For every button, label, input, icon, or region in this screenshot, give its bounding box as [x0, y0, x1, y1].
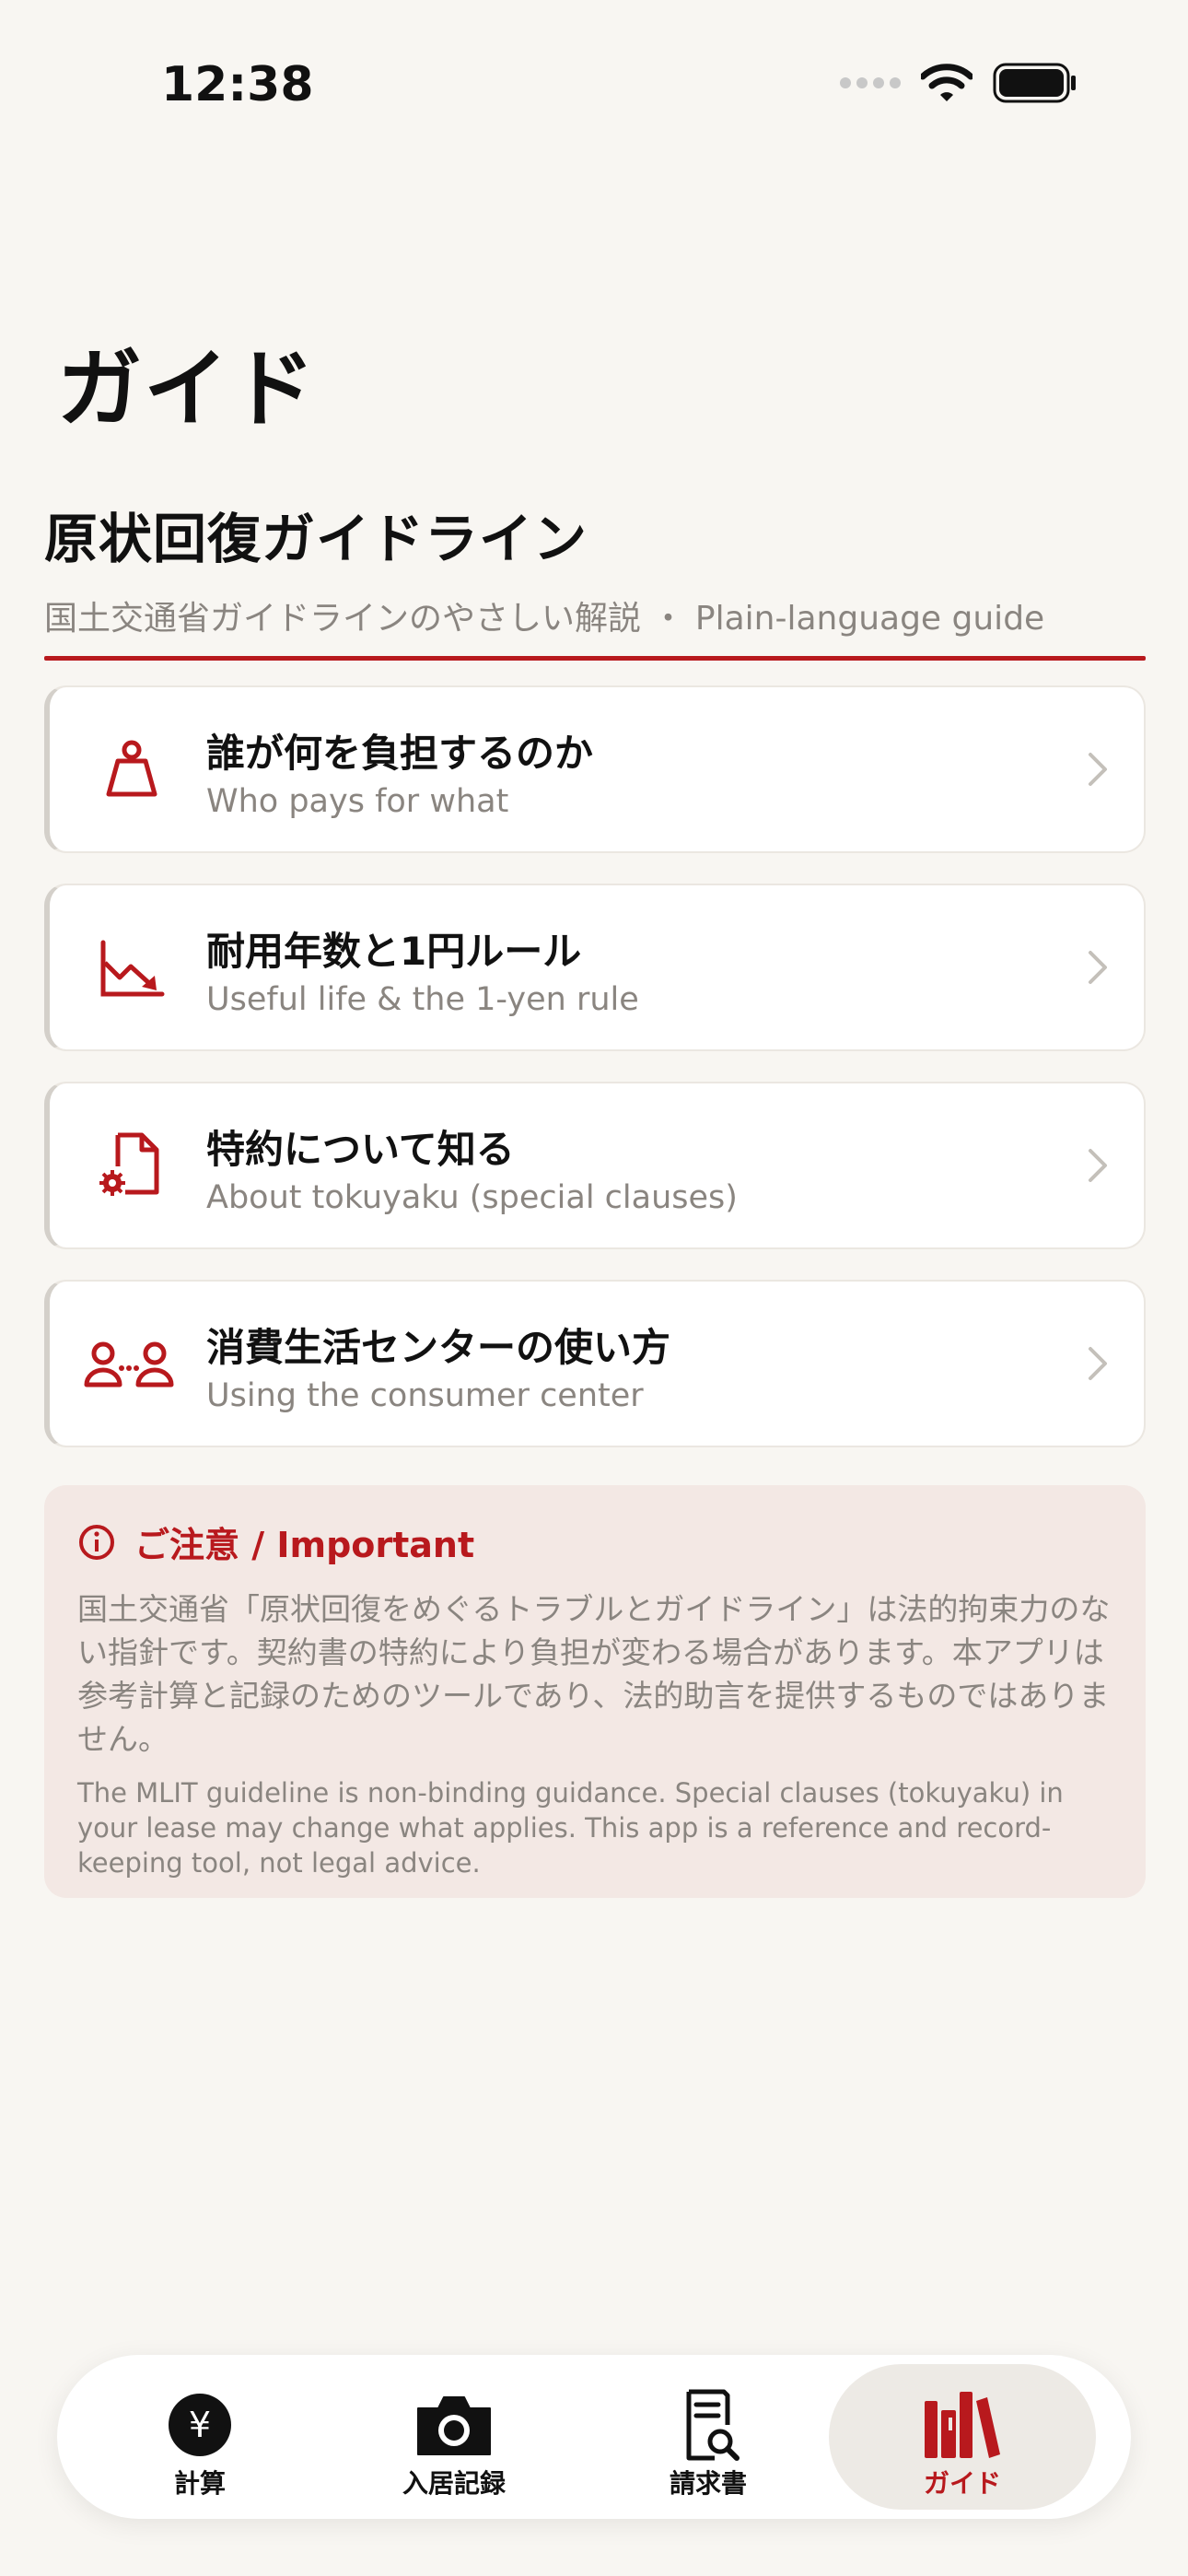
guide-screen: 12:38 ガイド 原状回復ガイドライン 国土交通省ガイドラインのやさしい解説 …: [0, 0, 1188, 2576]
tab-bar: ¥ 計算 入居記録 請求書 ガイド: [57, 2355, 1131, 2519]
section-divider: [44, 656, 1146, 661]
tab-calculate[interactable]: ¥ 計算: [66, 2364, 333, 2510]
notice-body-ja: 国土交通省「原状回復をめぐるトラブルとガイドライン」は法的拘束力のない指針です。…: [77, 1591, 1111, 1757]
status-time: 12:38: [161, 57, 314, 112]
guide-list: 誰が何を負担するのか Who pays for what 耐用年数と1円ルール …: [44, 685, 1146, 1478]
section-title: 原状回復ガイドライン: [44, 508, 588, 570]
important-notice: ご注意 / Important 国土交通省「原状回復をめぐるトラブルとガイドライ…: [44, 1485, 1146, 1898]
svg-text:¥: ¥: [189, 2405, 211, 2445]
notice-header: ご注意 / Important: [77, 1516, 1112, 1567]
chevron-right-icon: [1089, 753, 1107, 786]
yen-coin-icon: ¥: [169, 2394, 231, 2456]
chevron-right-icon: [1089, 1347, 1107, 1380]
guide-card-title: 誰が何を負担するのか: [206, 731, 594, 776]
guide-card-tokuyaku[interactable]: 特約について知る About tokuyaku (special clauses…: [44, 1082, 1146, 1249]
guide-card-subtitle: Who pays for what: [206, 783, 509, 820]
books-icon: [925, 2392, 1000, 2458]
guide-card-subtitle: Using the consumer center: [206, 1377, 644, 1414]
tab-label: 入居記録: [402, 2468, 506, 2499]
battery-icon: [993, 63, 1076, 103]
chevron-right-icon: [1089, 951, 1107, 984]
guide-card-title: 消費生活センターの使い方: [206, 1325, 671, 1370]
camera-icon: [417, 2396, 491, 2455]
depreciation-chart-icon: [100, 940, 165, 997]
guide-card-subtitle: About tokuyaku (special clauses): [206, 1179, 738, 1216]
notice-body-en: The MLIT guideline is non-binding guidan…: [77, 1777, 1064, 1879]
status-indicators: [840, 63, 1077, 103]
document-search-icon: [686, 2389, 740, 2461]
tab-label: ガイド: [923, 2468, 1001, 2499]
guide-card-consumer-center[interactable]: 消費生活センターの使い方 Using the consumer center: [44, 1280, 1146, 1447]
scale-weight-icon: [106, 740, 157, 797]
tab-label: 計算: [173, 2468, 226, 2499]
people-consult-icon: [84, 1341, 174, 1388]
section-subtitle: 国土交通省ガイドラインのやさしい解説 ・ Plain-language guid…: [44, 600, 1045, 638]
cellular-signal-icon: [840, 77, 901, 88]
chevron-right-icon: [1089, 1149, 1107, 1182]
guide-card-useful-life[interactable]: 耐用年数と1円ルール Useful life & the 1-yen rule: [44, 884, 1146, 1051]
wifi-icon: [921, 64, 973, 101]
section-header: 原状回復ガイドライン 国土交通省ガイドラインのやさしい解説 ・ Plain-la…: [44, 496, 1146, 661]
guide-card-who-pays[interactable]: 誰が何を負担するのか Who pays for what: [44, 685, 1146, 853]
tab-guide[interactable]: ガイド: [829, 2364, 1096, 2510]
page-title: ガイド: [57, 340, 318, 439]
document-gear-icon: [99, 1132, 159, 1196]
notice-title: ご注意 / Important: [134, 1525, 475, 1565]
guide-card-title: 耐用年数と1円ルール: [206, 929, 582, 974]
tab-invoice[interactable]: 請求書: [575, 2364, 842, 2510]
info-icon: [79, 1524, 114, 1560]
guide-card-title: 特約について知る: [206, 1127, 515, 1172]
guide-card-subtitle: Useful life & the 1-yen rule: [206, 981, 639, 1018]
tab-label: 請求書: [669, 2468, 747, 2499]
tab-move-in-record[interactable]: 入居記録: [320, 2364, 588, 2510]
